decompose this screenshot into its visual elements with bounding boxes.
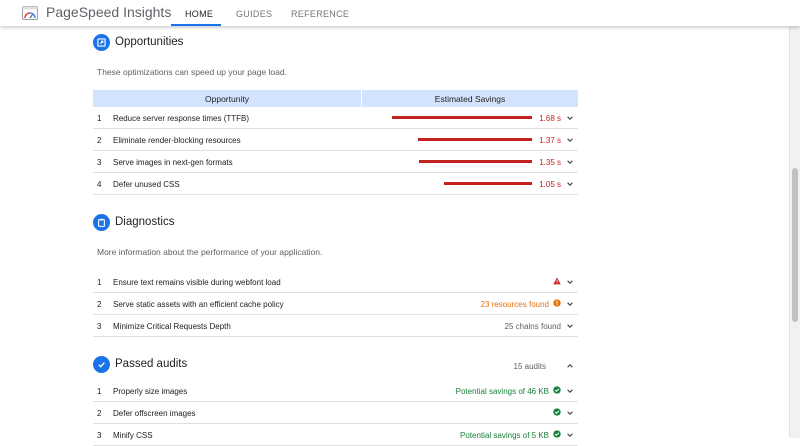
row-number: 3: [97, 431, 102, 440]
row-label: Minify CSS: [113, 431, 153, 440]
chevron-up-icon[interactable]: [566, 362, 574, 370]
info-circle-icon: [553, 299, 561, 307]
col-savings-header: Estimated Savings: [434, 93, 506, 104]
row-label: Defer unused CSS: [113, 180, 180, 189]
chevron-down-icon[interactable]: [566, 387, 574, 395]
audit-value: 25 chains found: [504, 322, 562, 331]
audit-value: 23 resources found: [480, 300, 550, 309]
diagnostics-description: More information about the performance o…: [97, 247, 323, 257]
pagespeed-logo-icon[interactable]: [22, 5, 38, 21]
tab-reference[interactable]: REFERENCE: [291, 9, 349, 19]
opportunity-icon: [93, 34, 110, 51]
opportunities-table-header: Opportunity Estimated Savings: [93, 90, 578, 107]
savings-value: 1.37 s: [539, 136, 561, 145]
table-row[interactable]: 3 Minify CSS Potential savings of 5 KB: [93, 424, 578, 446]
opportunities-description: These optimizations can speed up your pa…: [97, 67, 287, 77]
row-number: 3: [97, 158, 102, 167]
chevron-down-icon[interactable]: [566, 114, 574, 122]
chevron-down-icon[interactable]: [566, 409, 574, 417]
row-number: 1: [97, 114, 102, 123]
vertical-scrollbar[interactable]: [789, 26, 800, 438]
table-row[interactable]: 3 Minimize Critical Requests Depth 25 chai…: [93, 315, 578, 337]
row-label: Defer offscreen images: [113, 409, 196, 418]
chevron-down-icon[interactable]: [566, 322, 574, 330]
chevron-down-icon[interactable]: [566, 136, 574, 144]
opportunities-title: Opportunities: [115, 36, 184, 48]
check-circle-icon: [553, 408, 561, 416]
top-app-bar: PageSpeed Insights HOME GUIDES REFERENCE: [0, 0, 800, 26]
table-row[interactable]: 1 Ensure text remains visible during webf…: [93, 271, 578, 293]
table-row[interactable]: 4 Defer unused CSS 1.05 s: [93, 173, 578, 195]
table-row[interactable]: 1 Reduce server response times (TTFB) 1.68…: [93, 107, 578, 129]
row-label: Properly size images: [113, 387, 188, 396]
passed-audits-title[interactable]: Passed audits: [115, 358, 187, 370]
table-row[interactable]: 3 Serve images in next-gen formats 1.35 s: [93, 151, 578, 173]
warning-triangle-icon: [553, 277, 561, 285]
audit-value: Potential savings of 46 KB: [455, 387, 549, 396]
active-tab-indicator: [171, 24, 221, 26]
savings-bar: [419, 160, 532, 163]
savings-bar: [418, 138, 532, 141]
table-row[interactable]: 2 Defer offscreen images: [93, 402, 578, 424]
savings-value: 1.68 s: [539, 114, 561, 123]
tab-home[interactable]: HOME: [185, 9, 213, 19]
scrollbar-thumb[interactable]: [792, 168, 798, 322]
row-number: 2: [97, 409, 102, 418]
row-label: Minimize Critical Requests Depth: [113, 322, 231, 331]
tab-guides[interactable]: GUIDES: [236, 9, 272, 19]
check-circle-icon: [553, 430, 561, 438]
passed-audits-count: 15 audits: [513, 362, 546, 371]
table-row[interactable]: 1 Properly size images Potential savings o…: [93, 380, 578, 402]
chevron-down-icon[interactable]: [566, 158, 574, 166]
row-number: 2: [97, 300, 102, 309]
clipboard-icon: [93, 214, 110, 231]
chevron-down-icon[interactable]: [566, 278, 574, 286]
row-label: Serve images in next-gen formats: [113, 158, 233, 167]
row-label: Reduce server response times (TTFB): [113, 114, 250, 123]
row-number: 3: [97, 322, 102, 331]
row-number: 1: [97, 278, 102, 287]
app-title[interactable]: PageSpeed Insights: [46, 4, 171, 20]
col-opportunity-header: Opportunity: [93, 90, 362, 107]
savings-bar: [392, 116, 532, 119]
check-circle-icon: [553, 386, 561, 394]
row-label: Serve static assets with an efficient ca…: [113, 300, 284, 309]
savings-value: 1.35 s: [539, 158, 561, 167]
savings-bar: [444, 182, 532, 185]
table-row[interactable]: 2 Serve static assets with an efficient c…: [93, 293, 578, 315]
chevron-down-icon[interactable]: [566, 300, 574, 308]
row-label: Eliminate render-blocking resources: [113, 136, 241, 145]
diagnostics-title: Diagnostics: [115, 216, 175, 228]
chevron-down-icon[interactable]: [566, 180, 574, 188]
row-number: 2: [97, 136, 102, 145]
savings-value: 1.05 s: [539, 180, 561, 189]
row-number: 1: [97, 387, 102, 396]
row-label: Ensure text remains visible during webfo…: [113, 278, 281, 287]
check-icon: [93, 356, 110, 373]
audit-value: Potential savings of 5 KB: [460, 431, 549, 440]
table-row[interactable]: 2 Eliminate render-blocking resources 1.37…: [93, 129, 578, 151]
row-number: 4: [97, 180, 102, 189]
